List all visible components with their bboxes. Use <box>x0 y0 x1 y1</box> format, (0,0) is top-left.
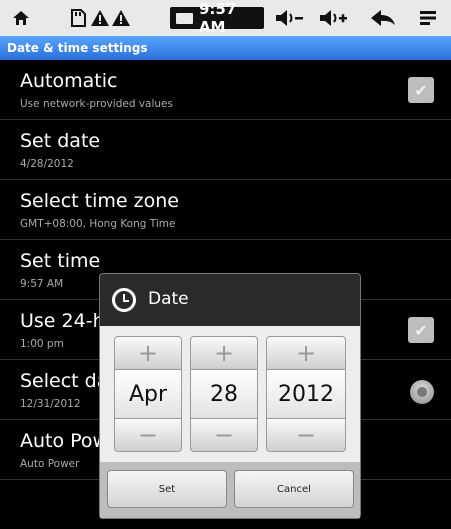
day-increment-button[interactable]: + <box>190 336 258 370</box>
setting-title: Automatic <box>20 70 118 92</box>
status-time: 9:57 AM <box>198 0 237 36</box>
month-value[interactable]: Apr <box>114 370 182 418</box>
setting-title: Set time <box>20 250 101 272</box>
cancel-button[interactable]: Cancel <box>234 470 354 508</box>
setting-set-date[interactable]: Set date 4/28/2012 <box>0 120 451 180</box>
month-picker: + Apr − <box>114 336 182 452</box>
set-button[interactable]: Set <box>107 470 227 508</box>
back-icon[interactable] <box>368 0 398 36</box>
24-hour-checkbox[interactable]: ✔ <box>408 317 434 343</box>
year-picker: + 2012 − <box>266 336 346 452</box>
setting-title: Set date <box>20 130 101 152</box>
dialog-header: Date <box>100 274 360 326</box>
warning-icon <box>90 0 110 36</box>
month-decrement-button[interactable]: − <box>114 418 182 452</box>
status-bar: 9:57 AM <box>0 0 451 36</box>
home-icon[interactable] <box>8 0 34 36</box>
date-dialog: Date + Apr − + 28 − + 2012 − Set Cancel <box>99 273 361 519</box>
day-picker: + 28 − <box>190 336 258 452</box>
setting-summary: 4/28/2012 <box>20 158 74 170</box>
date-picker: + Apr − + 28 − + 2012 − <box>100 326 360 462</box>
year-decrement-button[interactable]: − <box>266 418 346 452</box>
year-value[interactable]: 2012 <box>266 370 346 418</box>
sd-card-icon <box>68 0 88 36</box>
setting-summary: GMT+08:00, Hong Kong Time <box>20 218 176 230</box>
warning-icon <box>111 0 131 36</box>
automatic-checkbox[interactable]: ✔ <box>408 77 434 103</box>
volume-down-icon[interactable] <box>272 0 306 36</box>
clock-icon <box>112 288 136 312</box>
setting-summary: Auto Power <box>20 458 80 470</box>
dialog-title: Date <box>148 289 189 309</box>
menu-icon[interactable] <box>416 0 440 36</box>
page-title: Date & time settings <box>0 36 451 60</box>
month-increment-button[interactable]: + <box>114 336 182 370</box>
dialog-buttons: Set Cancel <box>100 462 360 518</box>
setting-summary: 12/31/2012 <box>20 398 81 410</box>
status-clock: 9:57 AM <box>170 0 264 36</box>
year-increment-button[interactable]: + <box>266 336 346 370</box>
setting-summary: 9:57 AM <box>20 278 64 290</box>
day-value[interactable]: 28 <box>190 370 258 418</box>
setting-time-zone[interactable]: Select time zone GMT+08:00, Hong Kong Ti… <box>0 180 451 240</box>
date-format-radio[interactable] <box>410 380 434 404</box>
setting-title: Select time zone <box>20 190 179 212</box>
setting-summary: 1:00 pm <box>20 338 64 350</box>
day-decrement-button[interactable]: − <box>190 418 258 452</box>
setting-summary: Use network-provided values <box>20 98 173 110</box>
setting-automatic[interactable]: Automatic Use network-provided values ✔ <box>0 60 451 120</box>
volume-up-icon[interactable] <box>316 0 350 36</box>
battery-icon <box>176 12 193 24</box>
